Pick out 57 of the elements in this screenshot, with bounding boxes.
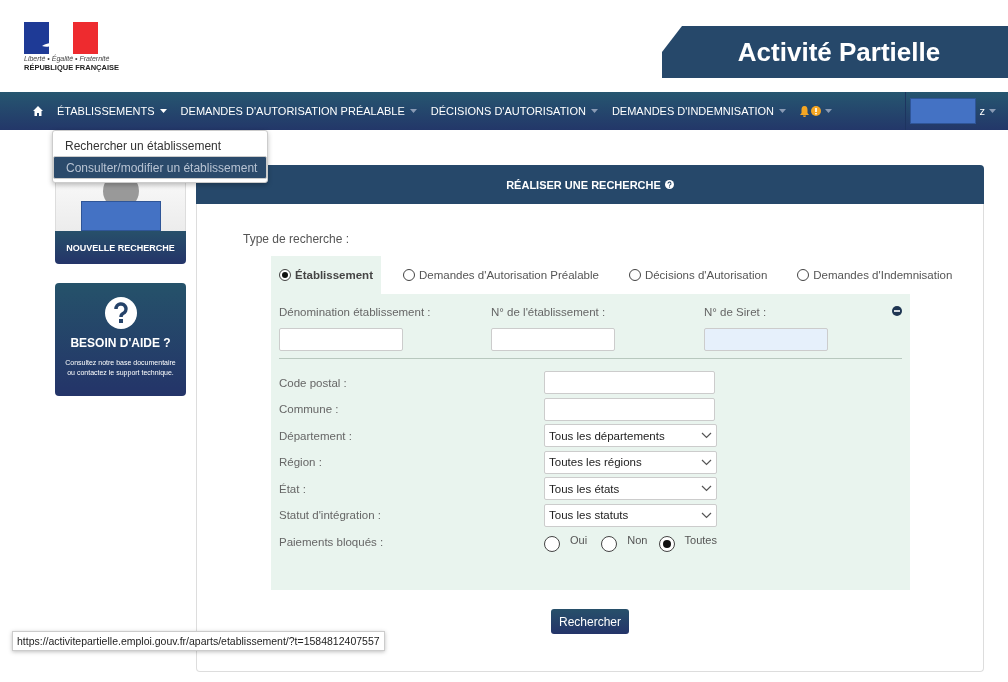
input-field[interactable] <box>544 397 715 421</box>
field-label: État : <box>279 482 307 495</box>
chevron-icon <box>701 511 712 519</box>
chevron-icon <box>701 458 712 466</box>
caret-icon <box>409 109 417 113</box>
dropdown-field[interactable]: Tous les états <box>544 477 717 500</box>
field-label: Paiements bloqués : <box>279 535 385 548</box>
nav-menu-item[interactable]: ÉTABLISSEMENTS <box>57 105 167 117</box>
search-button[interactable]: Rechercher <box>551 609 629 634</box>
field-label: Dénomination établissement : <box>279 306 431 318</box>
bell-icon[interactable] <box>799 105 809 117</box>
input-field[interactable] <box>491 328 615 351</box>
user-name[interactable]: z <box>979 105 985 117</box>
field-label: N° de l'établissement : <box>491 306 606 318</box>
nav-menu-item[interactable]: DEMANDES D'INDEMNISATION <box>611 105 786 117</box>
nav-menu-item[interactable]: DÉCISIONS D'AUTORISATION <box>430 105 598 117</box>
help-icon <box>104 297 137 329</box>
search-type-radio[interactable]: Établissement <box>271 256 381 294</box>
dropdown-field[interactable]: Tous les statuts <box>544 503 717 527</box>
field-label: Code postal : <box>279 376 348 389</box>
search-type-radio[interactable]: Décisions d'Autorisation <box>620 256 776 294</box>
chevron-icon <box>701 485 712 492</box>
home-icon[interactable] <box>33 106 43 116</box>
search-type-radio[interactable]: Demandes d'Indemnisation <box>789 256 961 294</box>
nav-menu-item[interactable]: DEMANDES D'AUTORISATION PRÉALABLE <box>180 105 417 117</box>
field-label: Région : <box>279 456 323 468</box>
input-field[interactable] <box>544 371 715 394</box>
field-label: Statut d'intégration : <box>279 509 382 521</box>
new-search-button[interactable]: NOUVELLE RECHERCHE <box>55 231 186 264</box>
input-field[interactable] <box>704 328 828 351</box>
field-label: N° de Siret : <box>704 306 767 318</box>
radio-option[interactable]: Non <box>601 530 659 553</box>
menu-item[interactable]: Consulter/modifier un établissement <box>53 156 267 179</box>
dropdown-field[interactable]: Tous les départements <box>544 424 717 447</box>
dropdown-field[interactable]: Toutes les régions <box>544 450 717 474</box>
menu-item[interactable]: Rechercher un établissement <box>53 136 267 156</box>
chevron-icon <box>701 432 712 439</box>
caret-icon <box>590 109 598 113</box>
status-url: https://activitepartielle.emploi.gouv.fr/aparts/etablissement/?t=1584812407557 <box>12 631 385 651</box>
input-field[interactable] <box>279 328 403 351</box>
redacted-block <box>909 98 976 124</box>
alert-icon[interactable] <box>810 106 821 116</box>
panel-title: RÉALISER UNE RECHERCHE <box>506 178 661 191</box>
radio-option[interactable]: Toutes <box>658 530 717 553</box>
help-title: BESOIN D'AIDE ? <box>70 336 171 350</box>
field-label: Département : <box>279 429 353 442</box>
help-icon[interactable] <box>664 180 674 189</box>
search-type-radio[interactable]: Demandes d'Autorisation Préalable <box>395 256 607 294</box>
field-label: Commune : <box>279 403 340 415</box>
app-title: Activité Partielle <box>662 26 1008 78</box>
caret-icon <box>159 109 167 113</box>
radio-option[interactable]: Oui <box>544 530 602 553</box>
caret-icon <box>824 109 832 113</box>
collapse-icon[interactable] <box>892 306 902 316</box>
caret-icon <box>778 109 786 113</box>
caret-icon <box>989 109 996 113</box>
field-label: Type de recherche : <box>243 232 351 246</box>
